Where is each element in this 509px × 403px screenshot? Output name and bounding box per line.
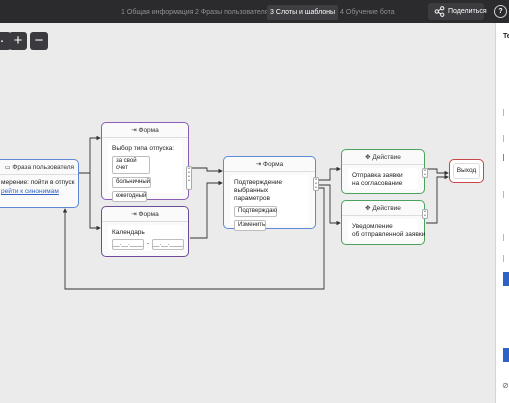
node-body: Календарь __.__.____ - __.__.____ xyxy=(108,225,184,251)
top-bar: 1 Общая информация 2 Фразы пользователя 3С… xyxy=(0,0,509,23)
exit-label: Выход xyxy=(453,163,480,179)
connector-notify-to-exit xyxy=(426,174,449,224)
help-icon[interactable]: ? xyxy=(494,5,507,18)
form-icon: ⇥ xyxy=(131,211,137,218)
node-ports[interactable]: • • xyxy=(422,209,428,219)
action-icon: ✥ xyxy=(365,205,371,212)
panel-primary-button[interactable] xyxy=(503,272,509,286)
form-icon: ⇥ xyxy=(131,127,137,134)
right-panel: Te ⊘ xyxy=(495,23,509,403)
connector-phrase-to-form-type xyxy=(79,135,101,174)
confirm-heading: Подтверждение xyxy=(234,179,283,186)
panel-field-edge xyxy=(503,135,509,142)
tab-slots-templates[interactable]: 3 Слоты и шаблоны xyxy=(267,5,339,20)
connector-confirm-to-notify xyxy=(318,184,341,226)
intent-text: мерение: пойти в отпуск xyxy=(1,179,75,186)
panel-field-edge xyxy=(503,109,509,116)
node-action-notify[interactable]: ✥ Действие Уведомление об отправленной з… xyxy=(341,200,428,245)
node-body: Уведомление об отправленной заявки xyxy=(348,219,425,240)
option-chip[interactable]: ежегодный xyxy=(112,191,147,202)
share-icon xyxy=(434,6,445,17)
form-icon: ⇥ xyxy=(255,161,262,168)
tab-bot-training[interactable]: 4 Обучение бота xyxy=(340,5,395,20)
action-icon: ✥ xyxy=(365,154,371,161)
node-header: ⇥ Форма xyxy=(102,207,188,222)
option-chip[interactable]: за свой счет xyxy=(112,156,150,174)
tab-user-phrases[interactable]: 2 Фразы пользователя xyxy=(195,5,268,20)
node-user-phrase[interactable]: ▭ Фраза пользователя мерение: пойти в от… xyxy=(0,159,79,208)
form-heading: Календарь xyxy=(112,229,145,236)
connector-phrase-to-calendar xyxy=(79,172,101,231)
chat-icon: ▭ xyxy=(4,165,11,171)
confirm-button[interactable]: Подтверждаю xyxy=(234,206,277,217)
share-button[interactable]: Поделиться xyxy=(428,3,487,20)
node-body: мерение: пойти в отпуск рейти к синонима… xyxy=(0,175,78,196)
node-body: Отправка заявки на согласование xyxy=(348,168,418,189)
node-header: ✥ Действие xyxy=(342,150,424,165)
node-exit[interactable]: Выход xyxy=(449,159,484,183)
form-heading: Выбор типа отпуска: xyxy=(112,145,175,152)
panel-field-edge xyxy=(503,191,509,198)
connector-form-type-to-confirm xyxy=(190,167,223,174)
node-form-confirm[interactable]: ⇥ Форма Подтверждение выбранных параметр… xyxy=(223,156,319,231)
node-header: ⇥ Форма xyxy=(102,123,188,138)
node-ports[interactable]: • • • xyxy=(313,177,319,191)
node-form-vacation-type[interactable]: ⇥ Форма Выбор типа отпуска: за свой счет… xyxy=(101,122,192,202)
panel-field-edge xyxy=(503,255,509,262)
option-chip[interactable]: больничный xyxy=(112,177,151,188)
node-body: Выбор типа отпуска: за свой счет больнич… xyxy=(108,141,182,202)
node-body: Подтверждение выбранных параметров Подтв… xyxy=(230,175,309,231)
change-button[interactable]: Изменить xyxy=(234,220,266,231)
attach-icon[interactable]: ⊘ xyxy=(502,381,509,390)
node-header: ⇥ Форма xyxy=(224,157,315,172)
connector-calendar-to-confirm xyxy=(190,180,223,239)
date-to-input[interactable]: __.__.____ xyxy=(151,239,184,250)
node-ports[interactable]: • • xyxy=(422,168,428,178)
confirm-subheading: выбранных параметров xyxy=(234,187,270,202)
panel-field-edge xyxy=(503,234,509,241)
node-header: ▭ Фраза пользователя xyxy=(0,160,78,175)
connector-confirm-to-send xyxy=(318,166,341,181)
tab-general-info[interactable]: 1 Общая информация xyxy=(121,5,194,20)
node-form-calendar[interactable]: ⇥ Форма Календарь __.__.____ - __.__.___… xyxy=(101,206,189,257)
connector-send-to-exit xyxy=(426,168,449,176)
panel-title: Te xyxy=(503,33,509,40)
node-action-send[interactable]: ✥ Действие Отправка заявки на согласован… xyxy=(341,149,428,194)
synonyms-link[interactable]: рейти к синонимам xyxy=(1,187,78,196)
panel-field-edge[interactable] xyxy=(503,154,509,161)
date-from-input[interactable]: __.__.____ xyxy=(112,239,144,250)
node-ports[interactable]: • • • • xyxy=(186,166,192,190)
node-header: ✥ Действие xyxy=(342,201,424,216)
panel-save-button[interactable] xyxy=(503,348,509,362)
